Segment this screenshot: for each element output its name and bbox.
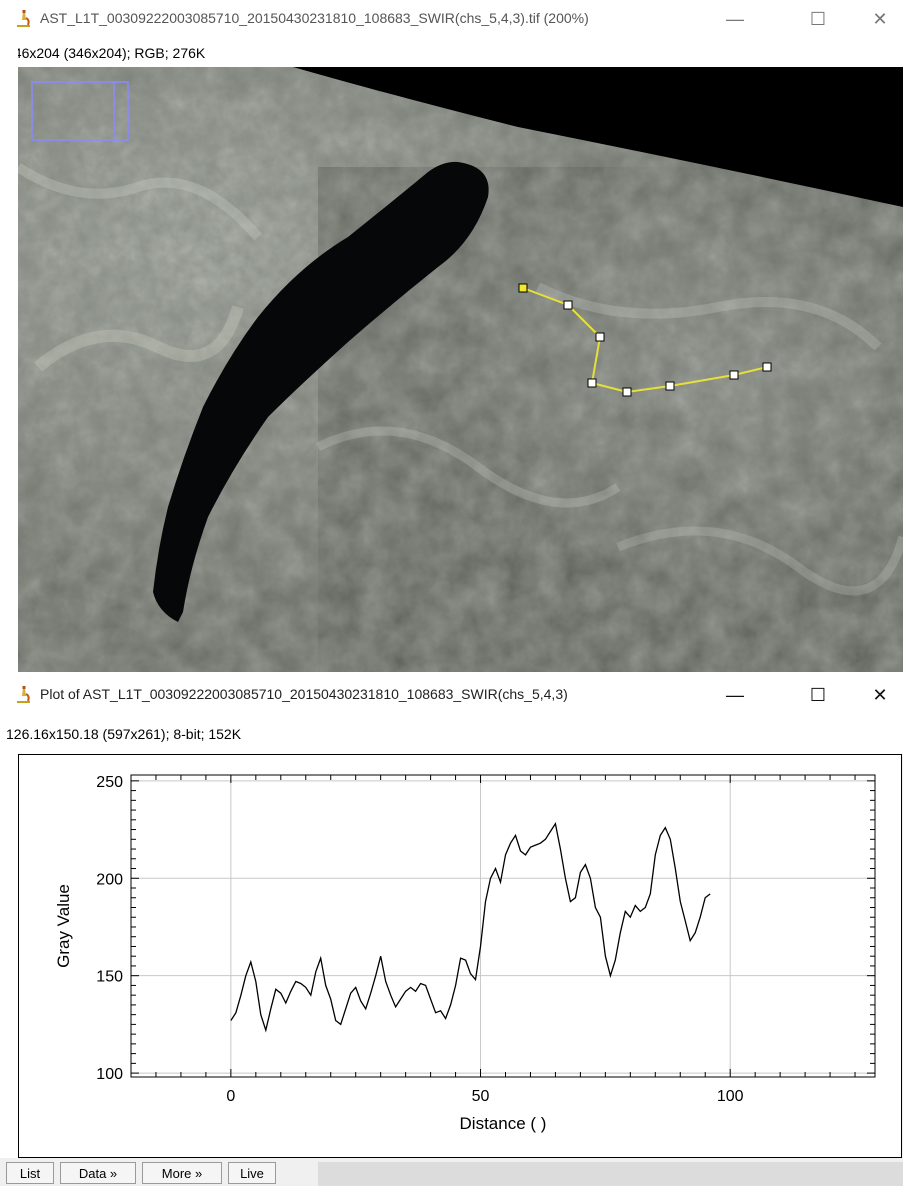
satellite-image-canvas[interactable] <box>18 67 903 672</box>
polyline-handle[interactable] <box>622 387 632 397</box>
polyline-handle[interactable] <box>595 332 605 342</box>
x-tick-label: 0 <box>226 1088 235 1105</box>
plot-info: 126.16x150.18 (597x261); 8-bit; 152K <box>6 726 242 742</box>
polyline-handle-start[interactable] <box>518 283 528 293</box>
profile-plot[interactable]: 0 50 100 100 150 200 250 Distance ( ) Gray Val… <box>18 754 902 1158</box>
polyline-handle[interactable] <box>729 370 739 380</box>
close-button[interactable]: ✕ <box>860 680 900 710</box>
list-button[interactable]: List <box>6 1162 54 1184</box>
profile-line <box>230 821 711 1033</box>
plot-window-titlebar[interactable]: Plot of AST_L1T_00309222003085710_201504… <box>0 672 903 718</box>
y-tick-label: 250 <box>96 774 123 791</box>
image-window: AST_L1T_00309222003085710_20150430231810… <box>0 0 903 672</box>
plot-window-title: Plot of AST_L1T_00309222003085710_201504… <box>40 686 568 702</box>
microscope-icon <box>14 9 34 29</box>
close-button[interactable]: ✕ <box>860 4 900 34</box>
y-tick-label: 100 <box>96 1066 123 1083</box>
polyline-handle[interactable] <box>762 362 772 372</box>
polyline-handle[interactable] <box>587 378 597 388</box>
x-axis-label: Distance ( ) <box>460 1114 547 1133</box>
maximize-button[interactable]: ☐ <box>798 4 838 34</box>
image-window-titlebar[interactable]: AST_L1T_00309222003085710_20150430231810… <box>0 0 903 38</box>
minimize-button[interactable]: — <box>715 4 755 34</box>
y-tick-label: 200 <box>96 871 123 888</box>
plot-toolbar: List Data » More » Live <box>0 1158 903 1186</box>
data-button[interactable]: Data » <box>60 1162 136 1184</box>
maximize-button[interactable]: ☐ <box>798 680 838 710</box>
y-tick-label: 150 <box>96 969 123 986</box>
toolbar-spacer <box>318 1162 903 1186</box>
polyline-handle[interactable] <box>563 300 573 310</box>
polyline-handle[interactable] <box>665 381 675 391</box>
window-border <box>0 38 18 672</box>
profile-plot-svg[interactable]: 0 50 100 100 150 200 250 Distance ( ) Gray Val… <box>19 755 901 1157</box>
satellite-image[interactable] <box>18 67 903 672</box>
live-button[interactable]: Live <box>228 1162 276 1184</box>
image-info: 346x204 (346x204); RGB; 276K <box>6 45 206 61</box>
x-tick-label: 50 <box>472 1088 490 1105</box>
plot-window: Plot of AST_L1T_00309222003085710_201504… <box>0 672 903 1186</box>
microscope-icon <box>14 685 34 705</box>
x-tick-label: 100 <box>717 1088 744 1105</box>
image-window-title: AST_L1T_00309222003085710_20150430231810… <box>40 10 589 26</box>
more-button[interactable]: More » <box>142 1162 222 1184</box>
y-axis-label: Gray Value <box>54 884 73 968</box>
minimize-button[interactable]: — <box>715 680 755 710</box>
window-border <box>0 754 19 1158</box>
